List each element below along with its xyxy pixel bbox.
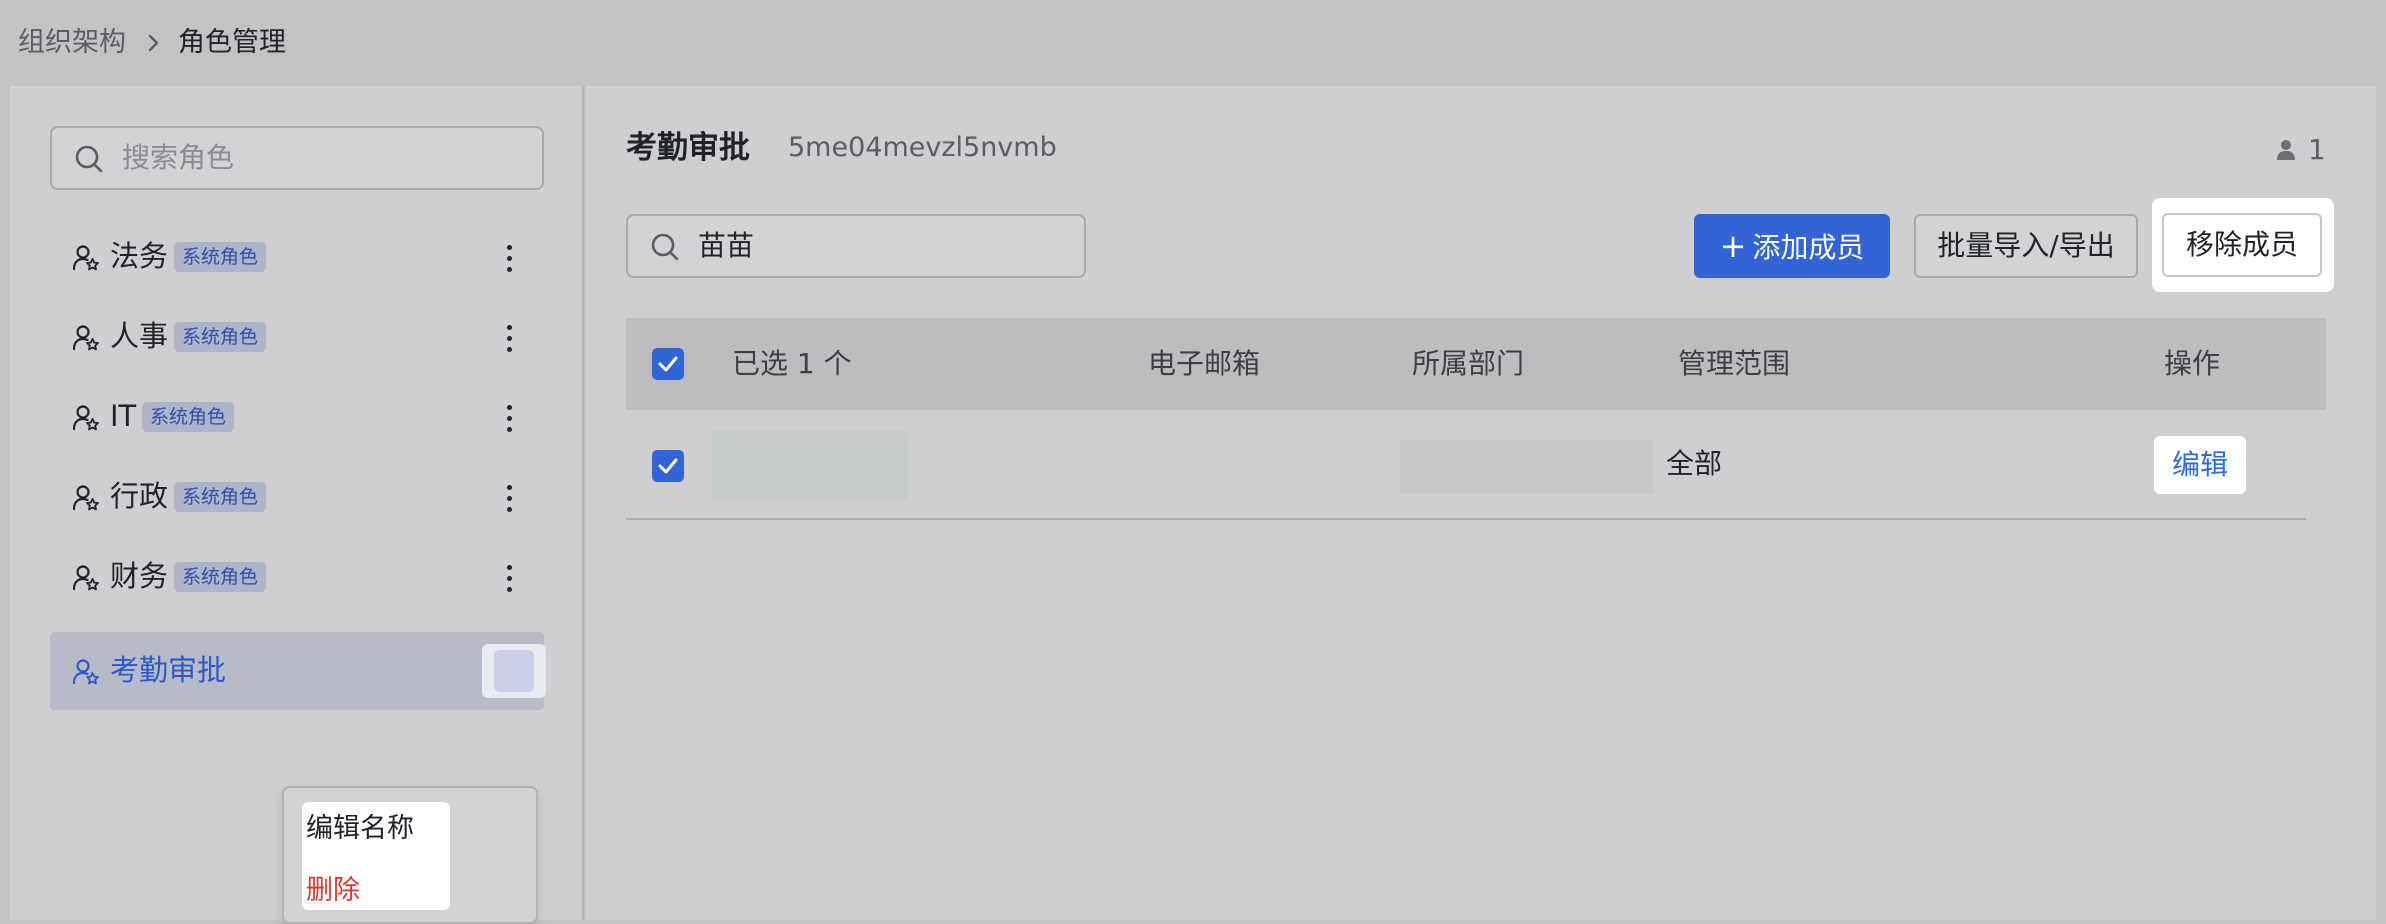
header-actions: 操作	[2164, 347, 2221, 380]
role-name: 考勤审批	[110, 653, 227, 687]
breadcrumb-parent[interactable]: 组织架构	[18, 26, 126, 60]
menu-item-edit-name[interactable]: 编辑名称	[306, 812, 414, 846]
role-name: IT	[110, 399, 137, 433]
search-icon	[75, 145, 103, 173]
role-detail-panel: 考勤审批 5me04mevzl5nvmb 1 苗苗 + 添加成员 批量导入/导出 …	[586, 86, 2376, 920]
select-all-checkbox[interactable]	[652, 348, 684, 380]
more-vertical-icon[interactable]	[494, 478, 524, 518]
bulk-import-export-button[interactable]: 批量导入/导出	[1914, 214, 2138, 278]
role-name: 行政	[110, 479, 169, 513]
role-user-icon	[72, 245, 99, 271]
member-scope: 全部	[1666, 447, 1723, 480]
role-context-menu: 编辑名称 删除	[282, 786, 538, 924]
role-user-icon	[72, 325, 99, 351]
member-name-redacted	[712, 430, 908, 500]
member-count-value: 1	[2308, 133, 2326, 166]
remove-member-highlight: 移除成员	[2152, 198, 2334, 292]
plus-icon: +	[1719, 227, 1747, 265]
system-role-badge: 系统角色	[174, 242, 267, 272]
user-icon	[2277, 140, 2295, 160]
role-name: 法务	[110, 239, 169, 273]
role-user-icon	[72, 485, 99, 511]
menu-item-delete[interactable]: 删除	[306, 874, 360, 908]
remove-member-button[interactable]: 移除成员	[2162, 213, 2322, 277]
role-user-icon	[72, 405, 99, 431]
system-role-badge: 系统角色	[142, 402, 235, 432]
members-table-header: 已选 1 个 电子邮箱 所属部门 管理范围 操作	[626, 318, 2326, 410]
breadcrumb-current: 角色管理	[178, 27, 286, 58]
role-name: 人事	[110, 319, 169, 353]
role-item-admin[interactable]: 行政 系统角色	[50, 458, 544, 536]
checkmark-icon	[658, 458, 678, 474]
role-title: 考勤审批	[626, 130, 750, 166]
role-context-menu-list: 编辑名称 删除	[302, 802, 450, 910]
header-email: 电子邮箱	[1148, 347, 1261, 380]
system-role-badge: 系统角色	[174, 322, 267, 352]
top-bar: 组织架构 角色管理	[0, 0, 2386, 86]
role-user-icon	[72, 565, 99, 591]
more-vertical-icon[interactable]	[494, 558, 524, 598]
edit-member-button[interactable]: 编辑	[2154, 436, 2246, 494]
role-search-input[interactable]: 搜索角色	[50, 126, 544, 190]
role-name: 财务	[110, 559, 169, 593]
row-checkbox[interactable]	[652, 450, 684, 482]
role-item-legal[interactable]: 法务 系统角色	[50, 218, 544, 296]
role-item-attendance-approval[interactable]: 考勤审批	[50, 632, 546, 710]
role-item-hr[interactable]: 人事 系统角色	[50, 298, 544, 376]
role-search-placeholder: 搜索角色	[122, 141, 235, 174]
system-role-badge: 系统角色	[174, 482, 267, 512]
role-user-icon	[72, 659, 99, 685]
header-department: 所属部门	[1412, 347, 1525, 380]
role-item-it[interactable]: IT 系统角色	[50, 378, 544, 456]
header-scope: 管理范围	[1678, 347, 1791, 380]
member-search-value: 苗苗	[698, 229, 755, 262]
more-vertical-icon[interactable]	[494, 318, 524, 358]
table-row: 全部 编辑	[626, 410, 2306, 520]
role-id: 5me04mevzl5nvmb	[788, 132, 1057, 163]
role-item-finance[interactable]: 财务 系统角色	[50, 538, 544, 616]
checkmark-icon	[658, 356, 678, 372]
role-sidebar: 搜索角色 法务 系统角色 人事 系统角色 IT 系统角色 行政 系统角色 财务 …	[10, 86, 584, 924]
header-selected-count: 已选 1 个	[732, 347, 852, 380]
search-icon	[651, 233, 679, 261]
system-role-badge: 系统角色	[174, 562, 267, 592]
member-search-input[interactable]: 苗苗	[626, 214, 1086, 278]
more-vertical-icon[interactable]	[482, 644, 546, 698]
more-vertical-icon[interactable]	[494, 238, 524, 278]
member-department-redacted	[1400, 440, 1654, 494]
more-vertical-icon[interactable]	[494, 398, 524, 438]
add-member-label: 添加成员	[1752, 231, 1865, 264]
chevron-right-icon	[148, 34, 159, 52]
add-member-button[interactable]: + 添加成员	[1694, 214, 1890, 278]
